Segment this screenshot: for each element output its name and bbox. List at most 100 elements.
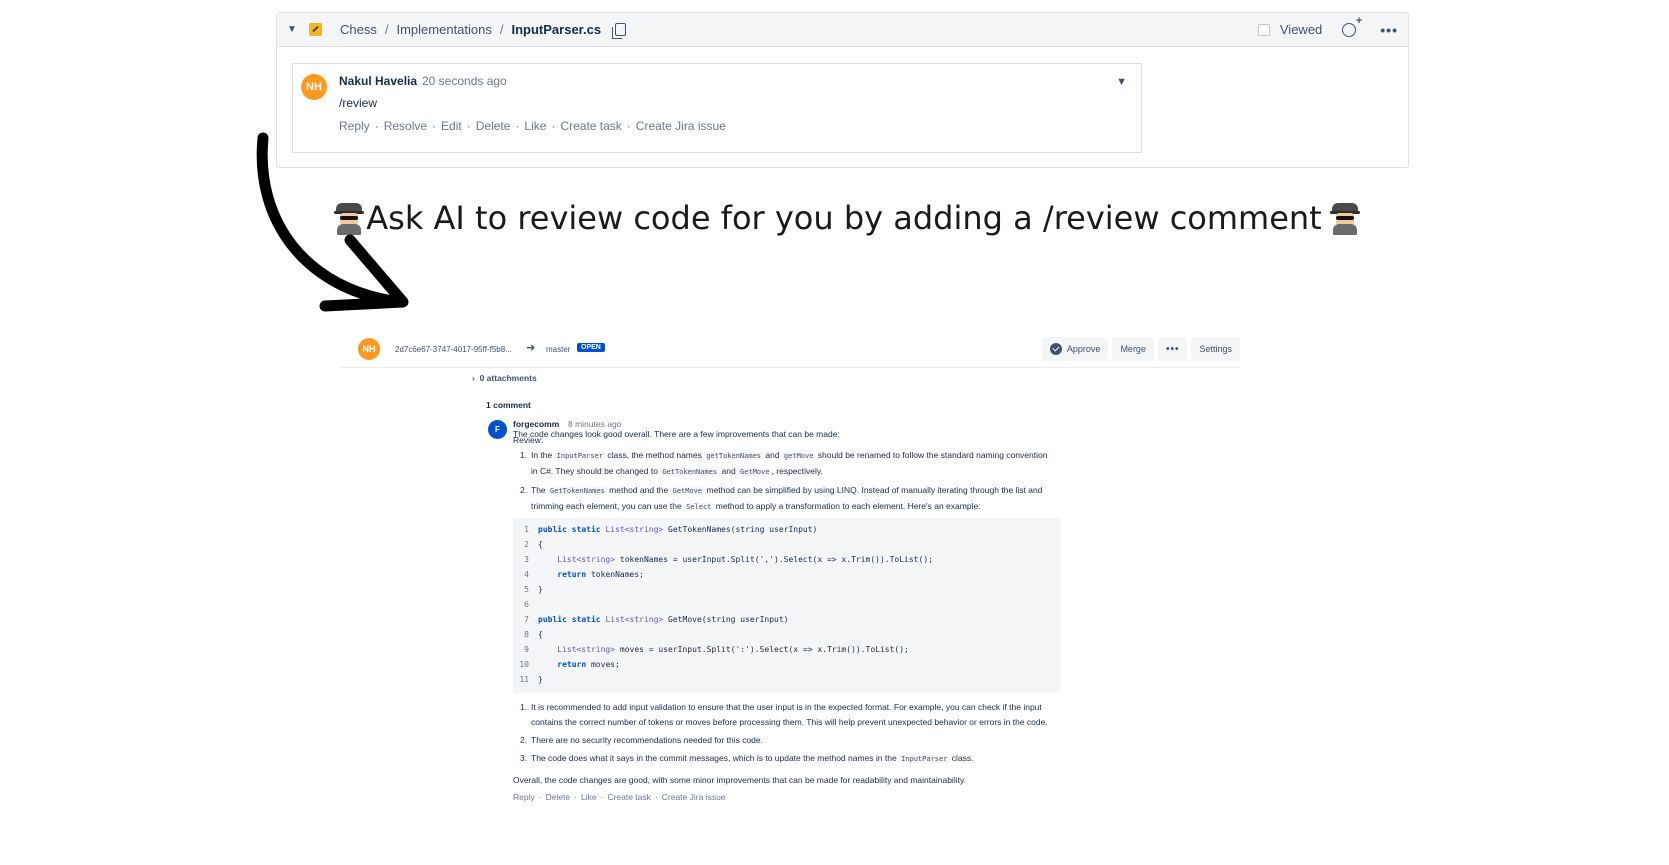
status-badge: OPEN: [577, 343, 605, 352]
code-keyword: return: [538, 660, 587, 669]
comment-actions: Reply · Delete · Like · Create task · Create…: [513, 792, 726, 802]
target-branch[interactable]: master: [546, 345, 570, 354]
avatar: NH: [301, 74, 327, 100]
curved-arrow-icon: [256, 132, 409, 312]
line-number: 9: [524, 645, 529, 654]
delete-link[interactable]: Delete: [476, 119, 511, 133]
line-number: 4: [524, 570, 529, 579]
code-type: List<string>: [605, 525, 664, 534]
list-item: 1. It is recommended to add input valida…: [520, 702, 1048, 727]
code-text: {: [538, 540, 543, 549]
viewed-label: Viewed: [1279, 22, 1323, 37]
list-item: 3. The code does what it says in the com…: [520, 753, 974, 763]
inline-code: Select: [684, 503, 714, 511]
chevron-down-icon[interactable]: ▼: [287, 24, 301, 35]
line-number: 11: [519, 675, 529, 684]
code-line: 11}: [513, 672, 543, 687]
create-jira-issue-link[interactable]: Create Jira issue: [636, 119, 726, 133]
code-text: tokenNames;: [586, 570, 644, 579]
review-intro: The code changes look good overall. Ther…: [513, 429, 840, 439]
code-text: moves = userInput.Split(':').Select(x =>…: [615, 645, 909, 654]
code-keyword: public static: [538, 525, 606, 534]
inline-code: InputParser: [899, 755, 950, 763]
code-text: moves;: [586, 660, 620, 669]
code-text: }: [538, 675, 543, 684]
comment-count: 1 comment: [486, 400, 531, 410]
headline-text: Ask AI to review code for you by adding …: [366, 199, 1322, 237]
file-name: InputParser.cs: [511, 22, 602, 37]
pr-header: NH 2d7c6e67-3747-4017-95ff-f5b8... ➜ mas…: [340, 330, 1240, 368]
create-task-link[interactable]: Create task: [607, 792, 650, 802]
arrow-right-icon: ➜: [526, 342, 536, 354]
avatar: NH: [358, 338, 380, 360]
viewed-checkbox[interactable]: [1257, 23, 1270, 36]
approve-label: Approve: [1066, 344, 1101, 354]
code-snippet: 1 public static List<string> GetTokenName…: [513, 518, 1061, 693]
copy-icon[interactable]: [612, 23, 627, 39]
code-text: }: [538, 585, 543, 594]
source-branch[interactable]: 2d7c6e67-3747-4017-95ff-f5b8...: [395, 345, 512, 354]
additional-notes-list: 1. It is recommended to add input valida…: [520, 700, 1100, 770]
code-text: GetTokenNames(string userInput): [663, 525, 818, 534]
list-item: 1. In the InputParser class, the method …: [520, 450, 1048, 476]
code-line: 4 return tokenNames;: [513, 567, 644, 582]
list-item: 2. There are no security recommendations…: [520, 735, 763, 745]
line-number: 6: [524, 600, 529, 609]
code-line: 7 public static List<string> GetMove(stri…: [513, 612, 788, 627]
inline-code: GetTokenNames: [548, 487, 607, 495]
code-type: List<string>: [557, 555, 616, 564]
like-link[interactable]: Like: [581, 792, 597, 802]
comment-author[interactable]: Nakul Havelia: [339, 74, 417, 88]
code-text: GetMove(string userInput): [663, 615, 789, 624]
delete-link[interactable]: Delete: [546, 792, 571, 802]
code-line: 8{: [513, 627, 543, 642]
reply-link[interactable]: Reply: [513, 792, 535, 802]
breadcrumb-implementations[interactable]: Implementations: [396, 22, 491, 37]
pr-actions: Approve Merge ••• Settings: [1041, 337, 1240, 361]
code-line: 9 List<string> moves = userInput.Split('…: [513, 642, 909, 657]
merge-button[interactable]: Merge: [1112, 337, 1154, 361]
list-item: 2. The GetTokenNames method and the GetM…: [520, 485, 1043, 511]
approve-button[interactable]: Approve: [1041, 337, 1109, 361]
comment-time: 20 seconds ago: [422, 74, 507, 88]
pull-request-panel: NH 2d7c6e67-3747-4017-95ff-f5b8... ➜ mas…: [340, 330, 1260, 865]
inline-code: InputParser: [554, 452, 605, 460]
create-jira-issue-link[interactable]: Create Jira issue: [662, 792, 726, 802]
code-line: 1 public static List<string> GetTokenName…: [513, 522, 817, 537]
code-line: 6: [513, 597, 538, 612]
chevron-down-icon[interactable]: ▼: [1116, 76, 1127, 88]
more-options-button[interactable]: •••: [1157, 337, 1188, 361]
file-header-actions: Viewed •••: [1257, 15, 1398, 38]
edit-link[interactable]: Edit: [441, 119, 462, 133]
inline-code: getMove: [781, 452, 816, 460]
code-text: {: [538, 630, 543, 639]
line-number: 7: [524, 615, 529, 624]
headline-banner: Ask AI to review code for you by adding …: [334, 196, 1360, 240]
code-keyword: [538, 645, 557, 654]
line-number: 3: [524, 555, 529, 564]
more-options-icon[interactable]: •••: [1380, 22, 1398, 38]
recommendation-list: 1. In the InputParser class, the method …: [520, 448, 1080, 518]
line-number: 5: [524, 585, 529, 594]
add-comment-icon[interactable]: [1342, 15, 1362, 37]
code-type: List<string>: [557, 645, 616, 654]
line-number: 10: [519, 660, 529, 669]
file-diff-panel: ▼ Chess / Implementations / InputParser.…: [276, 12, 1409, 168]
breadcrumb-separator: /: [499, 22, 504, 37]
attachments-label: 0 attachments: [479, 373, 537, 383]
breadcrumb-separator: /: [384, 22, 389, 37]
line-number: 2: [524, 540, 529, 549]
file-header: ▼ Chess / Implementations / InputParser.…: [277, 13, 1408, 47]
settings-button[interactable]: Settings: [1191, 337, 1240, 361]
code-text: tokenNames = userInput.Split(',').Select…: [615, 555, 933, 564]
review-outro: Overall, the code changes are good, with…: [513, 775, 966, 785]
inline-code: GetTokenNames: [660, 468, 720, 476]
attachments-toggle[interactable]: › 0 attachments: [472, 373, 537, 383]
detective-emoji-icon: [1329, 201, 1360, 235]
breadcrumb-chess[interactable]: Chess: [340, 22, 377, 37]
inline-code: getTokenNames: [704, 452, 764, 460]
line-number: 8: [524, 630, 529, 639]
code-type: List<string>: [605, 615, 664, 624]
create-task-link[interactable]: Create task: [560, 119, 621, 133]
like-link[interactable]: Like: [524, 119, 546, 133]
